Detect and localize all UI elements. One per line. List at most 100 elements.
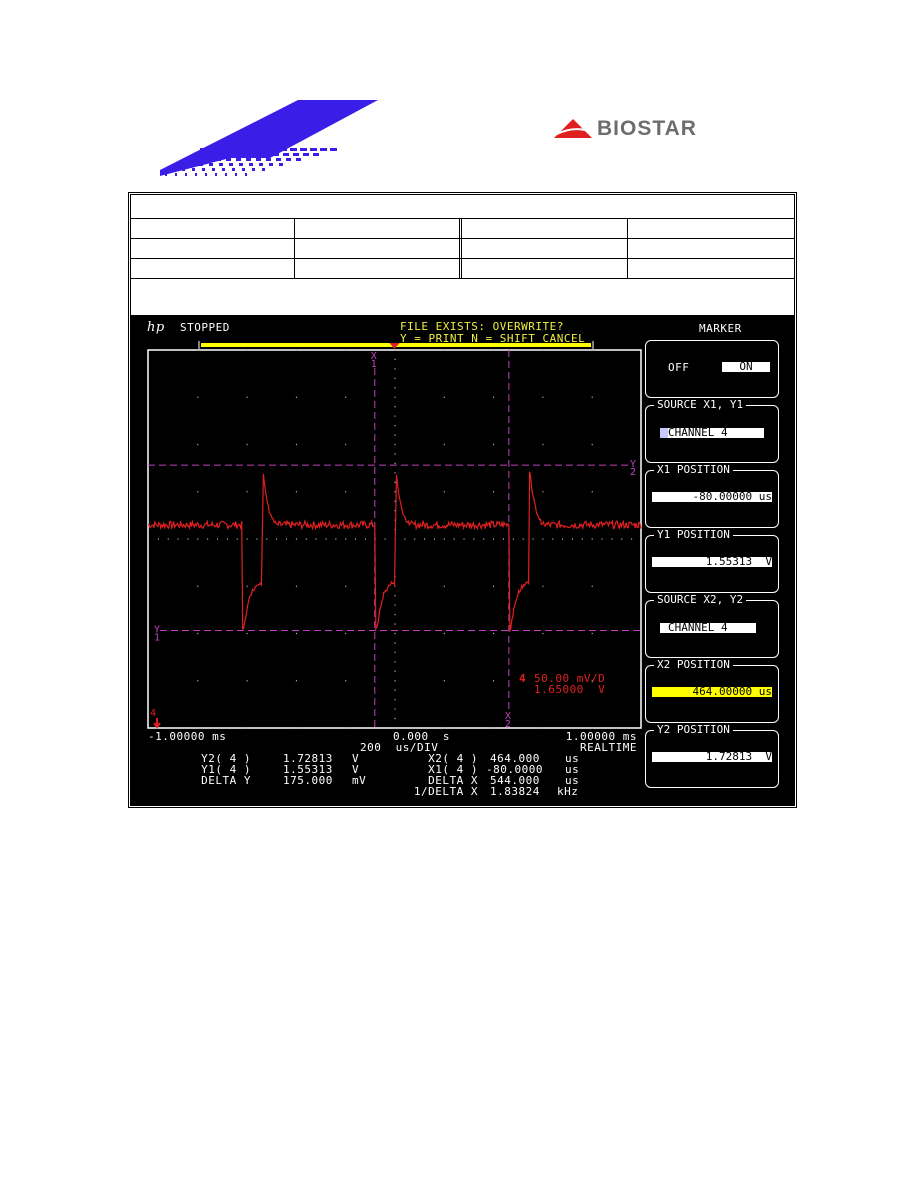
biostar-triangle-icon (554, 119, 592, 138)
stripe-dot (266, 158, 271, 161)
stripe-dot (232, 168, 235, 171)
table-row (131, 258, 795, 279)
stripe-dot (235, 173, 237, 176)
stripe-dot (226, 158, 231, 161)
stripe-dot (230, 148, 237, 151)
stripe-dot (293, 153, 299, 156)
stripe-dot (222, 168, 225, 171)
stripe-dot (256, 158, 261, 161)
stripe-dot (209, 163, 213, 166)
stripe-dot (202, 168, 205, 171)
stripe-dot (175, 173, 177, 176)
timebase: 200 us/DIV (360, 741, 439, 754)
stripe-dot (330, 148, 337, 151)
stripe-dot (249, 163, 253, 166)
stripe-dot (205, 173, 207, 176)
y1-position-softkey[interactable]: Y1 POSITION 1.55313 V (645, 529, 779, 593)
stripe-dot (259, 163, 263, 166)
stripe-dot (310, 148, 317, 151)
y1-position-title: Y1 POSITION (654, 529, 733, 541)
stripe-dot (239, 163, 243, 166)
stripe-dot (182, 168, 185, 171)
stripe-dot (219, 163, 223, 166)
y1-position-value[interactable]: 1.55313 V (652, 556, 772, 567)
stripe-logo (160, 100, 378, 176)
stripe-dot (216, 158, 221, 161)
readout-dy-label: DELTA Y (201, 774, 251, 787)
acquisition-mode: REALTIME (580, 741, 637, 754)
source2-value[interactable]: CHANNEL 4 (660, 622, 756, 633)
readout-inv-value: 1.83824 (490, 785, 540, 798)
x2-position-softkey[interactable]: X2 POSITION 464.00000 us (645, 659, 779, 723)
stripe-dot (273, 153, 279, 156)
stripe-dot (220, 148, 227, 151)
channel-marker: 4 (519, 672, 527, 685)
document-page: BIOSTAR hp STOPPED FILE EXISTS: OVERWRIT… (0, 0, 918, 1188)
stripe-dot (320, 148, 327, 151)
stripe-dot (270, 148, 277, 151)
stripe-dot (269, 163, 273, 166)
stripe-dot (243, 153, 249, 156)
stripe-dot (252, 168, 255, 171)
stripe-dot (280, 148, 287, 151)
stripe-dot (250, 148, 257, 151)
source2-title: SOURCE X2, Y2 (654, 594, 747, 606)
stripe-dot (213, 153, 219, 156)
stripe-dot (206, 158, 211, 161)
stripe-dot (286, 158, 291, 161)
marker-off-option[interactable]: OFF (668, 362, 689, 373)
stripe-dot (276, 158, 281, 161)
brand-text: BIOSTAR (597, 117, 697, 140)
table-row (131, 218, 795, 239)
stripe-dot (199, 163, 203, 166)
stripe-dot (300, 148, 307, 151)
source1-softkey[interactable]: SOURCE X1, Y1 CHANNEL 4 (645, 399, 779, 463)
readout-dy-value: 175.000 (283, 774, 333, 787)
x2-position-value[interactable]: 464.00000 us (652, 686, 772, 697)
stripe-dot (279, 163, 283, 166)
readout-inv-label: 1/DELTA X (413, 785, 478, 798)
readout-inv-unit: kHz (557, 785, 579, 798)
x1-position-value[interactable]: -80.00000 us (652, 491, 772, 502)
stripe-dot (196, 158, 201, 161)
stripe-dot (193, 153, 199, 156)
stripe-dot (242, 168, 245, 171)
stripe-dot (223, 153, 229, 156)
stripe-dot (263, 153, 269, 156)
oscilloscope-screenshot: hp STOPPED FILE EXISTS: OVERWRITE? Y = P… (131, 315, 795, 805)
stripe-dot (185, 173, 187, 176)
stripe-dot (215, 173, 217, 176)
table-title-row (131, 195, 795, 219)
stripe-dot (313, 153, 319, 156)
source2-softkey[interactable]: SOURCE X2, Y2 CHANNEL 4 (645, 594, 779, 658)
y2-position-softkey[interactable]: Y2 POSITION 1.72813 V (645, 724, 779, 788)
stripe-dot (179, 163, 183, 166)
x1-marker-label: 1 (371, 359, 377, 370)
x1-position-softkey[interactable]: X1 POSITION -80.00000 us (645, 464, 779, 528)
stripe-dot (225, 173, 227, 176)
stripe-dot (195, 173, 197, 176)
stripe-dot (203, 153, 209, 156)
stripe-dot (245, 173, 247, 176)
stripe-dot (210, 148, 217, 151)
stripe-dot (189, 163, 193, 166)
source1-title: SOURCE X1, Y1 (654, 399, 747, 411)
stripe-dot (260, 148, 267, 151)
stripe-dot (172, 168, 175, 171)
stripe-dot (290, 148, 297, 151)
x1-position-title: X1 POSITION (654, 464, 733, 476)
stripe-dot (165, 173, 167, 176)
y2-position-value[interactable]: 1.72813 V (652, 751, 772, 762)
stripe-dot (240, 148, 247, 151)
stripe-dot (200, 148, 207, 151)
marker-on-option[interactable]: ON (722, 361, 770, 372)
stripe-dot (296, 158, 301, 161)
biostar-logo: BIOSTAR (553, 117, 763, 142)
stripe-dot (262, 168, 265, 171)
marker-toggle-softkey[interactable]: OFF ON (645, 340, 779, 398)
channel-offset: 1.65000 V (534, 683, 606, 696)
source1-value[interactable]: CHANNEL 4 (660, 427, 764, 438)
stripe-dot (283, 153, 289, 156)
stripe-dot (192, 168, 195, 171)
menu-title: MARKER (699, 322, 742, 335)
